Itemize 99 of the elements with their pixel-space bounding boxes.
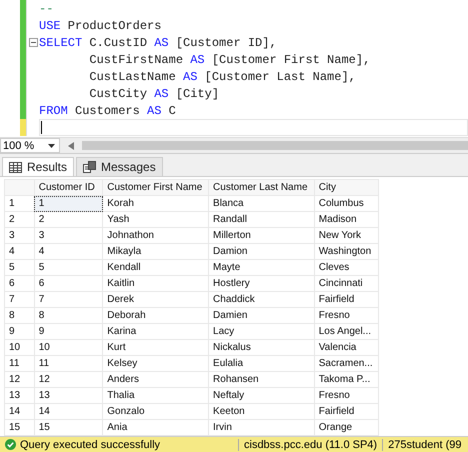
- table-cell: Johnathon: [102, 228, 209, 244]
- table-cell: Derek: [102, 292, 209, 308]
- row-number[interactable]: 15: [4, 420, 34, 436]
- table-cell: 14: [34, 404, 103, 420]
- table-cell: Madison: [314, 212, 379, 228]
- table-cell: 7: [34, 292, 103, 308]
- documents-icon: [83, 161, 96, 173]
- caret-icon: [48, 144, 56, 148]
- column-header[interactable]: City: [314, 180, 379, 196]
- table-cell: Orange: [314, 420, 379, 436]
- column-header[interactable]: Customer Last Name: [208, 180, 314, 196]
- code-line: CustLastName AS [Customer Last Name],: [88, 70, 356, 84]
- table-cell: Anders: [102, 372, 209, 388]
- table-cell: Takoma P...: [314, 372, 379, 388]
- table-cell: 11: [34, 356, 103, 372]
- table-cell: 8: [34, 308, 103, 324]
- table-cell: Gonzalo: [102, 404, 209, 420]
- table-cell: Deborah: [102, 308, 209, 324]
- table-cell: 4: [34, 244, 103, 260]
- row-number[interactable]: 5: [4, 260, 34, 276]
- table-cell: Yash: [102, 212, 209, 228]
- row-number[interactable]: 13: [4, 388, 34, 404]
- row-number[interactable]: 8: [4, 308, 34, 324]
- success-icon: [5, 439, 16, 450]
- table-cell: Kendall: [102, 260, 209, 276]
- table-cell: 2: [34, 212, 103, 228]
- collapse-icon[interactable]: [28, 38, 38, 47]
- column-header[interactable]: Customer ID: [34, 180, 103, 196]
- table-cell: Eulalia: [208, 356, 314, 372]
- table-cell: Valencia: [314, 340, 379, 356]
- row-number[interactable]: 3: [4, 228, 34, 244]
- server-name: cisdbss.pcc.edu (11.0 SP4): [238, 438, 382, 450]
- table-cell: Neftaly: [208, 388, 314, 404]
- table-cell: Sacramen...: [314, 356, 379, 372]
- row-number[interactable]: 6: [4, 276, 34, 292]
- table-cell: Nickalus: [208, 340, 314, 356]
- table-cell: 3: [34, 228, 103, 244]
- text-cursor: [41, 121, 42, 134]
- table-cell: Millerton: [208, 228, 314, 244]
- table-cell: Keeton: [208, 404, 314, 420]
- row-number[interactable]: 9: [4, 324, 34, 340]
- row-number[interactable]: 12: [4, 372, 34, 388]
- table-cell: Fairfield: [314, 292, 379, 308]
- code-line: USE ProductOrders: [39, 18, 162, 32]
- table-cell: Randall: [208, 212, 314, 228]
- code-line: FROM Customers AS C: [39, 104, 176, 118]
- table-cell: Washington: [314, 244, 379, 260]
- table-cell: Kurt: [102, 340, 209, 356]
- grid-icon: [9, 162, 22, 172]
- table-cell: Kelsey: [102, 356, 209, 372]
- table-cell: Mayte: [208, 260, 314, 276]
- status-message: Query executed successfully: [20, 438, 160, 450]
- table-cell: Fairfield: [314, 404, 379, 420]
- table-cell: 12: [34, 372, 103, 388]
- table-cell: Hostlery: [208, 276, 314, 292]
- table-cell: 5: [34, 260, 103, 276]
- table-cell: 6: [34, 276, 103, 292]
- table-cell: Fresno: [314, 388, 379, 404]
- table-cell: 13: [34, 388, 103, 404]
- table-cell: Irvin: [208, 420, 314, 436]
- row-number[interactable]: 11: [4, 356, 34, 372]
- table-cell: Karina: [102, 324, 209, 340]
- table-cell: Blanca: [208, 196, 314, 212]
- row-number[interactable]: 2: [4, 212, 34, 228]
- table-cell: Korah: [102, 196, 209, 212]
- code-line: CustFirstName AS [Customer First Name],: [88, 52, 370, 66]
- table-cell: 1: [34, 196, 103, 212]
- user-name: 275student (99: [382, 438, 466, 450]
- zoom-dropdown[interactable]: 100 %: [0, 138, 60, 153]
- result-tab[interactable]: Results: [2, 157, 74, 176]
- table-cell: Cincinnati: [314, 276, 379, 292]
- row-number[interactable]: 10: [4, 340, 34, 356]
- table-cell: New York: [314, 228, 379, 244]
- column-header[interactable]: Customer First Name: [102, 180, 209, 196]
- table-cell: Kaitlin: [102, 276, 209, 292]
- table-cell: Thalia: [102, 388, 209, 404]
- table-cell: Cleves: [314, 260, 379, 276]
- result-tab[interactable]: Messages: [76, 157, 163, 176]
- table-cell: Lacy: [208, 324, 314, 340]
- code-line: SELECT C.CustID AS [Customer ID],: [39, 36, 277, 50]
- table-cell: Los Angel...: [314, 324, 379, 340]
- row-number[interactable]: 7: [4, 292, 34, 308]
- code-line: CustCity AS [City]: [88, 86, 220, 100]
- table-cell: Rohansen: [208, 372, 314, 388]
- code-line: --: [39, 2, 54, 16]
- table-cell: Damion: [208, 244, 314, 260]
- scroll-left-icon[interactable]: [68, 142, 74, 150]
- row-number[interactable]: 14: [4, 404, 34, 420]
- table-cell: Fresno: [314, 308, 379, 324]
- scrollbar-thumb[interactable]: [82, 141, 468, 150]
- table-cell: 10: [34, 340, 103, 356]
- table-cell: 9: [34, 324, 103, 340]
- table-cell: Mikayla: [102, 244, 209, 260]
- row-number[interactable]: 4: [4, 244, 34, 260]
- table-cell: Columbus: [314, 196, 379, 212]
- table-cell: Ania: [102, 420, 209, 436]
- table-cell: 15: [34, 420, 103, 436]
- table-cell: Damien: [208, 308, 314, 324]
- table-cell: Chaddick: [208, 292, 314, 308]
